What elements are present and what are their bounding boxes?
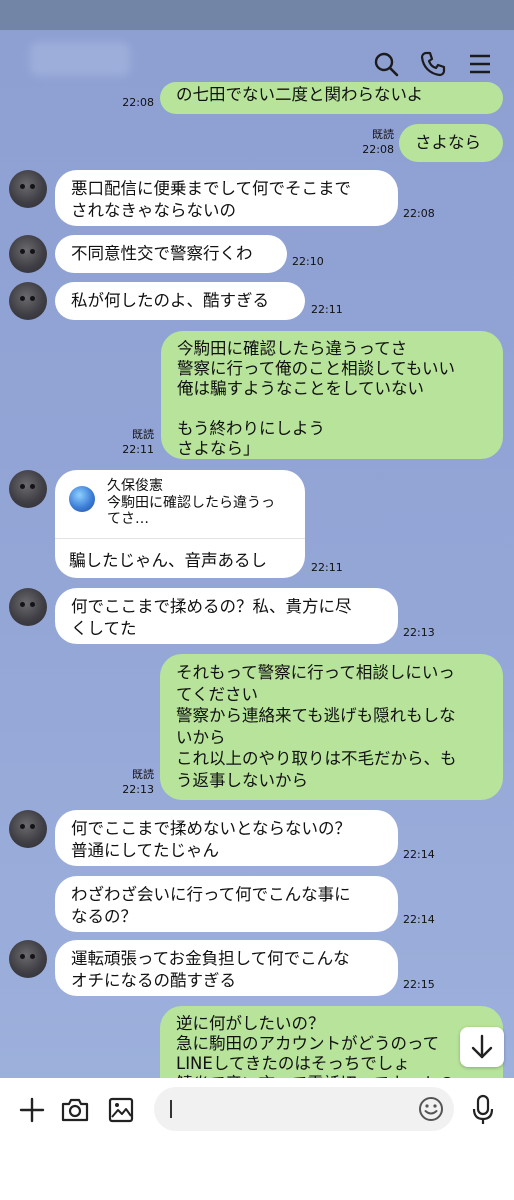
incoming-message[interactable]: 悪口配信に便乗までして何でそこまで されなきゃならないの [55,170,398,226]
scroll-down-button[interactable] [460,1027,504,1067]
chat-area[interactable]: の七田でない二度と関わらないよ 22:08 さよなら 既読 22:08 悪口配信… [0,30,514,1078]
message-time: 22:14 [403,848,435,861]
plus-icon[interactable] [18,1096,46,1124]
message-time: 22:14 [403,913,435,926]
outgoing-message[interactable]: の七田でない二度と関わらないよ [160,82,503,114]
camera-icon[interactable] [60,1096,90,1124]
avatar[interactable] [9,235,47,273]
read-receipt: 既読 [132,768,154,781]
message-time: 22:13 [403,626,435,639]
avatar[interactable] [9,170,47,208]
outgoing-message[interactable]: それもって警察に行って相談しにいっ てください 警察から連絡来ても逃げも隠れもし… [160,654,503,800]
message-time: 22:11 [311,561,343,574]
avatar[interactable] [9,470,47,508]
search-icon[interactable] [372,50,400,78]
bottom-area [0,1142,514,1200]
menu-icon[interactable] [466,50,494,78]
avatar[interactable] [9,282,47,320]
outgoing-message[interactable]: 今駒田に確認したら違うってさ 警察に行って俺のこと相談してもいい 俺は騙すような… [161,331,503,459]
message-time: 22:08 [362,143,394,156]
incoming-message[interactable]: 何でここまで揉めるの？私、貴方に尽 くしてた [55,588,398,644]
mic-icon[interactable] [470,1094,496,1126]
incoming-message[interactable]: わざわざ会いに行って何でこんな事に なるの？ [55,876,398,932]
emoji-icon[interactable] [418,1096,444,1122]
text-cursor [170,1100,172,1118]
message-time: 22:11 [311,303,343,316]
phone-icon[interactable] [419,50,447,78]
chat-header [0,30,514,90]
incoming-message[interactable]: 運転頑張ってお金負担して何でこんな オチになるの酷すぎる [55,940,398,996]
incoming-message[interactable]: 不同意性交で警察行くわ [55,235,287,273]
message-time: 22:15 [403,978,435,991]
message-time: 22:08 [403,207,435,220]
arrow-down-icon [471,1034,493,1059]
message-time: 22:08 [122,96,154,109]
avatar[interactable] [9,810,47,848]
input-bar [0,1078,514,1142]
message-time: 22:11 [122,443,154,456]
message-input[interactable] [154,1087,454,1131]
message-time: 22:10 [292,255,324,268]
quoted-text: 今駒田に確認したら違うっ てさ… [107,495,275,527]
read-receipt: 既読 [372,128,394,141]
read-receipt: 既読 [132,428,154,441]
status-bar [0,0,514,30]
message-time: 22:13 [122,783,154,796]
quoted-avatar [69,486,95,512]
quoted-sender: 久保俊憲 [107,478,163,494]
outgoing-message[interactable]: 逆に何がしたいの？ 急に駒田のアカウントがどうのって LINEしてきたのはそっち… [160,1006,503,1078]
avatar[interactable] [9,588,47,626]
incoming-message[interactable]: 何でここまで揉めないとならないの？ 普通にしてたじゃん [55,810,398,866]
incoming-message[interactable]: 私が何したのよ、酷すぎる [55,282,305,320]
outgoing-message[interactable]: さよなら [399,124,503,162]
image-icon[interactable] [107,1096,135,1124]
reply-message[interactable]: 久保俊憲 今駒田に確認したら違うっ てさ… 騙したじゃん、音声あるし [55,470,305,578]
avatar[interactable] [9,940,47,978]
quote-divider [55,538,305,539]
chat-title-blurred [30,42,130,76]
reply-text: 騙したじゃん、音声あるし [69,551,267,570]
